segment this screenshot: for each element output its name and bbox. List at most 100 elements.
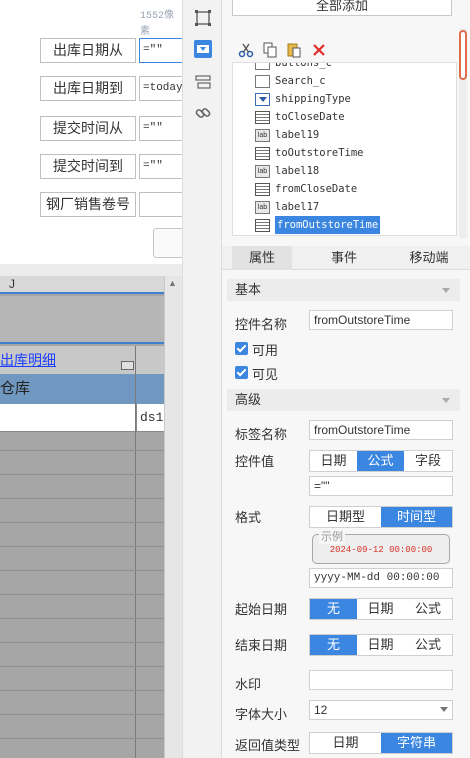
submit-time-from-label[interactable]: 提交时间从 (40, 116, 136, 141)
widget-tree[interactable]: buttons_c Search_c shippingType toCloseD… (232, 62, 457, 236)
tab-mobile[interactable]: 移动端 (396, 246, 462, 270)
row-divider (0, 642, 164, 643)
scroll-up-icon[interactable]: ▲ (168, 278, 177, 288)
outstore-date-from-input[interactable]: ="" (139, 38, 183, 63)
add-all-button[interactable]: 全部添加 (232, 0, 452, 16)
report-sheet[interactable]: J 出库明细 仓库 ds1. ▲ (0, 276, 182, 758)
control-value-date-option[interactable]: 日期 (310, 451, 357, 471)
calendar-icon (255, 182, 270, 196)
tab-events[interactable]: 事件 (314, 246, 374, 270)
submit-time-to-input[interactable]: ="" (139, 154, 183, 179)
tab-properties[interactable]: 属性 (232, 246, 292, 270)
row-divider (0, 546, 164, 547)
outstore-date-to-input[interactable]: =today( (139, 76, 183, 101)
query-button[interactable] (153, 228, 182, 258)
tree-item-label18[interactable]: lab label18 (255, 162, 319, 180)
chevron-down-icon[interactable] (440, 707, 448, 712)
copy-icon[interactable] (262, 42, 278, 58)
tree-scroll-thumb[interactable] (459, 30, 467, 80)
button-icon (255, 63, 270, 70)
collapse-icon[interactable] (442, 288, 450, 293)
visible-label: 可见 (252, 367, 279, 382)
control-value-segmented: 日期 公式 字段 (309, 450, 453, 472)
tree-item-fromoutstoretime[interactable]: fromOutstoreTime (255, 216, 381, 234)
tree-item-tooutstoretime[interactable]: toOutstoreTime (255, 144, 364, 162)
basic-section-header[interactable]: 基本 (227, 279, 460, 301)
tree-item-search[interactable]: Search_c (255, 72, 326, 90)
advanced-section-header[interactable]: 高级 (227, 389, 460, 411)
row-divider (0, 570, 164, 571)
start-date-formula-option[interactable]: 公式 (404, 599, 452, 619)
format-time-option[interactable]: 时间型 (381, 507, 452, 527)
cell-widget-icon (121, 361, 134, 370)
control-value-field-option[interactable]: 字段 (404, 451, 452, 471)
tag-name-input[interactable]: fromOutstoreTime (309, 420, 453, 440)
enabled-checkbox[interactable] (235, 342, 248, 355)
row-divider (0, 714, 164, 715)
formula-input[interactable]: ="" (309, 476, 453, 496)
mill-coil-no-input[interactable] (139, 192, 183, 217)
tag-name-label: 标签名称 (235, 427, 288, 442)
collapse-icon[interactable] (442, 398, 450, 403)
warehouse-header-cell[interactable]: 仓库 (0, 374, 164, 404)
dataset-cell[interactable]: ds1. (136, 404, 164, 432)
sheet-scrollbar[interactable]: ▲ (164, 276, 182, 758)
cut-icon[interactable] (238, 42, 254, 58)
row-divider (0, 522, 164, 523)
control-name-input[interactable]: fromOutstoreTime (309, 310, 453, 330)
row-divider (0, 450, 164, 451)
return-type-string-option[interactable]: 字符串 (381, 733, 452, 753)
tree-item-buttons[interactable]: buttons_c (255, 63, 332, 72)
outstore-date-to-label[interactable]: 出库日期到 (40, 76, 136, 101)
widget-toolbar (182, 0, 222, 758)
column-header-j[interactable]: J (0, 276, 164, 294)
calendar-icon (255, 218, 270, 232)
frame-icon[interactable] (194, 9, 212, 27)
start-date-none-option[interactable]: 无 (310, 599, 357, 619)
properties-panel: 全部添加 buttons_c Search_c shippingType toC… (222, 0, 470, 758)
paste-icon[interactable] (286, 42, 302, 58)
dropdown-widget-icon[interactable] (194, 40, 212, 58)
mill-coil-no-label[interactable]: 钢厂销售卷号 (40, 192, 136, 217)
format-pattern-input[interactable]: yyyy-MM-dd 00:00:00 (309, 568, 453, 588)
sheet-band[interactable] (0, 296, 164, 344)
column-divider (135, 346, 136, 758)
submit-time-from-input[interactable]: ="" (139, 116, 183, 141)
end-date-formula-option[interactable]: 公式 (404, 635, 452, 655)
tree-item-toclosedate[interactable]: toCloseDate (255, 108, 345, 126)
start-date-date-option[interactable]: 日期 (357, 599, 404, 619)
example-legend: 示例 (319, 528, 345, 544)
font-size-label: 字体大小 (235, 707, 288, 722)
label-icon: lab (255, 128, 270, 142)
font-size-select[interactable]: 12 (309, 700, 453, 720)
start-date-label: 起始日期 (235, 602, 288, 617)
tree-item-shippingtype[interactable]: shippingType (255, 90, 351, 108)
outstore-detail-link[interactable]: 出库明细 (0, 346, 164, 374)
return-type-date-option[interactable]: 日期 (310, 733, 381, 753)
tree-item-label17[interactable]: lab label17 (255, 198, 319, 216)
tree-item-label19[interactable]: lab label19 (255, 126, 319, 144)
watermark-input[interactable] (309, 670, 453, 690)
font-size-value: 12 (314, 703, 328, 717)
pixel-size-label: 1552像素 (140, 11, 175, 38)
row-divider (0, 738, 164, 739)
canvas-splitter[interactable] (0, 264, 182, 276)
end-date-none-option[interactable]: 无 (310, 635, 357, 655)
visible-checkbox[interactable] (235, 366, 248, 379)
control-value-formula-option[interactable]: 公式 (357, 451, 404, 471)
properties-form: 基本 控件名称 fromOutstoreTime 可用 可见 高级 标签名称 f… (222, 270, 470, 758)
row-divider (0, 666, 164, 667)
end-date-date-option[interactable]: 日期 (357, 635, 404, 655)
row-divider (0, 618, 164, 619)
row-divider (0, 498, 164, 499)
submit-time-to-label[interactable]: 提交时间到 (40, 154, 136, 179)
layout-icon[interactable] (194, 73, 212, 91)
delete-icon[interactable] (312, 43, 326, 57)
control-value-label: 控件值 (235, 454, 275, 469)
enabled-label: 可用 (252, 343, 279, 358)
link-icon[interactable] (194, 104, 212, 122)
outstore-date-from-label[interactable]: 出库日期从 (40, 38, 136, 63)
row-divider (0, 594, 164, 595)
format-date-option[interactable]: 日期型 (310, 507, 381, 527)
tree-item-fromclosedate[interactable]: fromCloseDate (255, 180, 357, 198)
